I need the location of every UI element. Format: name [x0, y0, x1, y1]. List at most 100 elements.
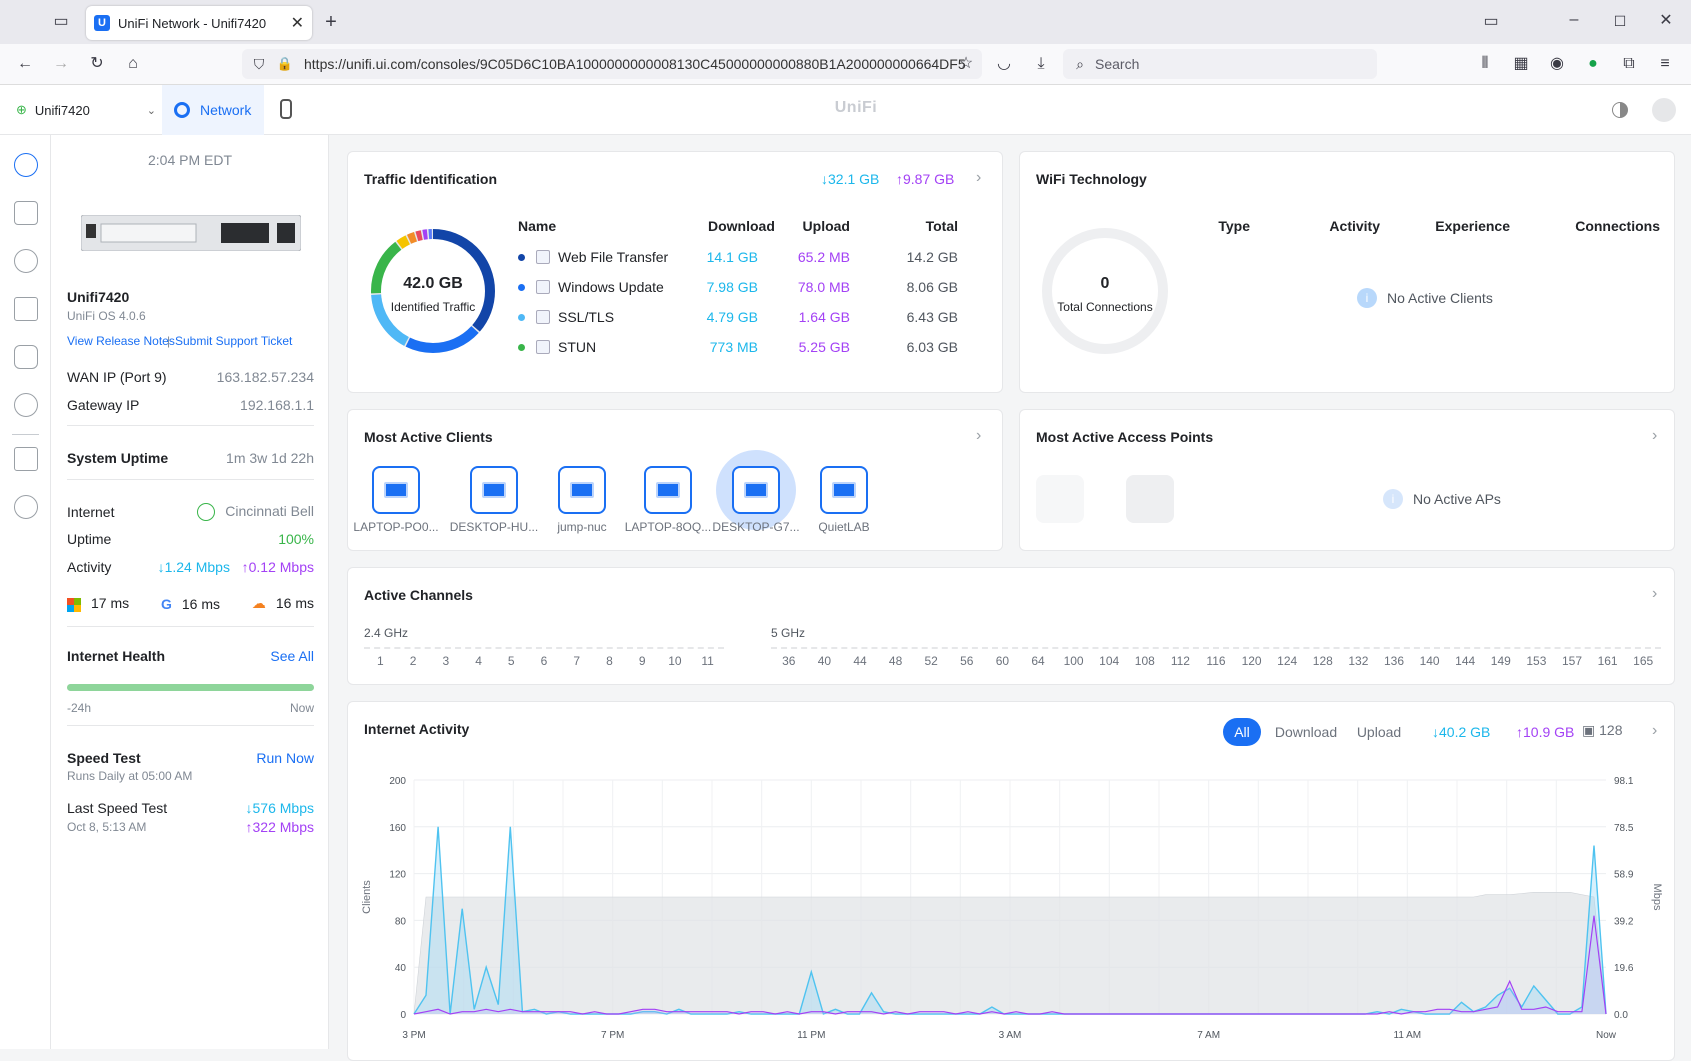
y-axis-title: Clients — [361, 880, 373, 914]
band24-channel-label: 2 — [409, 654, 417, 668]
client-device-icon — [372, 466, 420, 514]
band5-channel-label: 56 — [960, 654, 974, 668]
run-now-link[interactable]: Run Now — [256, 750, 314, 766]
lock-icon[interactable]: 🔒 — [274, 54, 296, 74]
tab-all[interactable]: All — [1223, 718, 1261, 746]
latency-microsoft: 17 ms — [91, 595, 130, 612]
col-header-total: Total — [925, 218, 958, 234]
app-name: Windows Update — [558, 279, 664, 295]
close-tab-icon[interactable]: ✕ — [291, 13, 304, 33]
y2-tick-label: 19.6 — [1614, 963, 1634, 974]
dashboard-icon[interactable] — [14, 153, 38, 177]
protect-app-icon[interactable] — [280, 99, 292, 119]
system-log-icon[interactable] — [14, 447, 38, 471]
address-bar[interactable]: ⛉ 🔒 https://unifi.ui.com/consoles/9C05D6… — [242, 49, 982, 79]
home-icon[interactable]: ⌂ — [122, 54, 144, 74]
app-icon — [536, 250, 550, 264]
client-item[interactable]: jump-nuc — [534, 466, 630, 534]
settings-gear-icon[interactable] — [14, 495, 38, 519]
last-speed-download: ↓576 Mbps — [245, 800, 314, 816]
support-ticket-link[interactable]: Submit Support Ticket — [175, 334, 292, 348]
band5-channel-label: 124 — [1277, 654, 1298, 668]
app-upload: 65.2 MB — [797, 249, 850, 265]
menu-icon[interactable]: ≡ — [1654, 54, 1676, 74]
chevron-right-icon[interactable]: › — [1652, 722, 1657, 740]
client-item[interactable]: DESKTOP-HU... — [446, 466, 542, 534]
wan-ip-value: 163.182.57.234 — [216, 369, 314, 385]
chevron-right-icon[interactable]: › — [976, 427, 981, 445]
band24-channel-label: 10 — [668, 654, 682, 668]
release-notes-link[interactable]: View Release Notes — [67, 334, 175, 348]
client-item[interactable]: DESKTOP-G7... — [708, 450, 804, 534]
activity-upload-total: ↑10.9 GB — [1516, 724, 1575, 740]
client-devices-icon[interactable] — [14, 297, 38, 321]
band5-channel-label: 120 — [1241, 654, 1262, 668]
window-close-icon[interactable]: ✕ — [1655, 11, 1677, 31]
shield-icon[interactable]: ⛉ — [248, 54, 270, 74]
chevron-right-icon[interactable]: › — [976, 169, 981, 187]
tab-list-icon[interactable]: ▭ — [1480, 12, 1502, 32]
grammarly-icon[interactable]: ● — [1582, 54, 1604, 74]
containers-icon[interactable]: ▦ — [1510, 54, 1532, 74]
extensions-icon[interactable]: ⧉ — [1618, 54, 1640, 74]
traffic-row[interactable]: SSL/TLS 4.79 GB 1.64 GB 6.43 GB — [518, 306, 994, 330]
band5-channel-label: 132 — [1348, 654, 1369, 668]
forward-icon[interactable]: → — [50, 54, 72, 74]
client-device-icon — [820, 466, 868, 514]
user-avatar[interactable] — [1652, 98, 1676, 122]
rail-divider — [12, 434, 39, 435]
traffic-download-total: ↓32.1 GB — [821, 171, 880, 187]
search-bar[interactable]: ⌕ Search — [1063, 49, 1377, 79]
most-active-clients-card: Most Active Clients › LAPTOP-PO0... DESKT… — [347, 409, 1003, 551]
isp-name: Cincinnati Bell — [225, 503, 314, 519]
account-icon[interactable]: ◉ — [1546, 54, 1568, 74]
minimize-icon[interactable]: – — [1563, 10, 1585, 30]
bookmark-star-icon[interactable]: ☆ — [955, 54, 977, 74]
client-item[interactable]: LAPTOP-8OQ... — [620, 466, 716, 534]
browser-tab[interactable]: U UniFi Network - Unifi7420 ✕ — [86, 6, 312, 40]
app-color-dot — [518, 254, 525, 261]
client-name: DESKTOP-G7... — [712, 520, 800, 534]
unifi-devices-icon[interactable] — [14, 249, 38, 273]
traffic-row[interactable]: Web File Transfer 14.1 GB 65.2 MB 14.2 GB — [518, 246, 994, 270]
client-item[interactable]: QuietLAB — [796, 466, 892, 534]
network-app-tab[interactable]: Network — [162, 85, 264, 135]
traffic-row[interactable]: Windows Update 7.98 GB 78.0 MB 8.06 GB — [518, 276, 994, 300]
tab-overview-icon[interactable]: ▭ — [50, 12, 72, 32]
app-download: 7.98 GB — [706, 279, 758, 295]
reload-icon[interactable]: ↻ — [86, 54, 108, 74]
maximize-icon[interactable]: ☐ — [1609, 11, 1631, 31]
browser-tab-bar: ▭ U UniFi Network - Unifi7420 ✕ + ▭ – ☐ … — [0, 0, 1691, 44]
chevron-down-icon: ⌄ — [146, 104, 156, 117]
traffic-upload-total: ↑9.87 GB — [896, 171, 955, 187]
device-name: Unifi7420 — [67, 289, 130, 305]
ap-placeholder — [1126, 475, 1174, 523]
pocket-icon[interactable]: ◡ — [993, 54, 1015, 74]
back-icon[interactable]: ← — [14, 54, 36, 74]
library-icon[interactable]: ⫴ — [1474, 54, 1496, 74]
y-tick-label: 0 — [400, 1010, 406, 1021]
download-icon[interactable]: ⤓ — [1030, 54, 1052, 74]
cybersecure-icon[interactable] — [14, 393, 38, 417]
band24-channel-label: 6 — [540, 654, 548, 668]
client-item[interactable]: LAPTOP-PO0... — [348, 466, 444, 534]
chevron-right-icon[interactable]: › — [1652, 427, 1657, 445]
divider — [67, 479, 314, 480]
y2-tick-label: 39.2 — [1614, 916, 1634, 927]
no-clients-message: i No Active Clients — [1357, 288, 1493, 308]
tab-download[interactable]: Download — [1270, 718, 1342, 746]
site-selector[interactable]: ⊕ Unifi7420 ⌄ — [16, 85, 156, 135]
clock-time: 2:04 PM EDT — [147, 152, 233, 168]
band24-channel-label: 3 — [442, 654, 450, 668]
band-24ghz-label: 2.4 GHz — [364, 626, 409, 640]
new-tab-icon[interactable]: + — [320, 12, 342, 32]
insights-icon[interactable] — [14, 345, 38, 369]
traffic-row[interactable]: STUN 773 MB 5.25 GB 6.03 GB — [518, 336, 994, 360]
topology-icon[interactable] — [14, 201, 38, 225]
chevron-right-icon[interactable]: › — [1652, 585, 1657, 603]
theme-toggle-icon[interactable] — [1612, 102, 1628, 118]
col-header-experience: Experience — [1435, 218, 1510, 234]
see-all-link[interactable]: See All — [270, 648, 314, 664]
tab-upload[interactable]: Upload — [1348, 718, 1410, 746]
left-nav-rail — [0, 135, 51, 1049]
